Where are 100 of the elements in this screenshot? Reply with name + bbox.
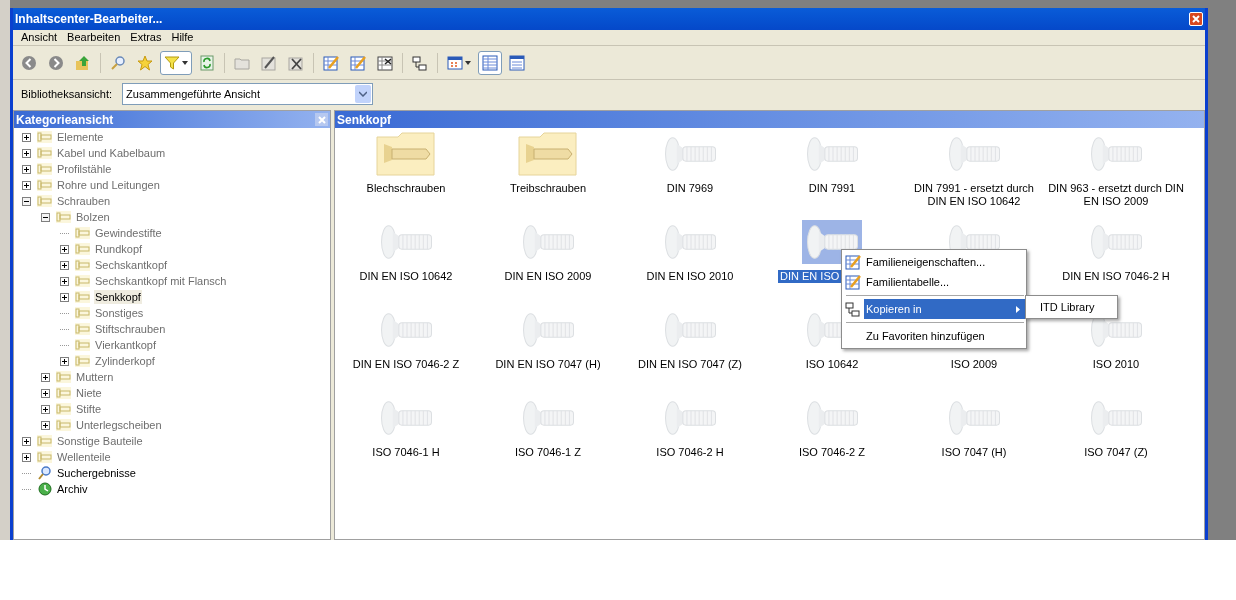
expand-toggle[interactable] [41, 420, 50, 430]
expand-toggle[interactable] [41, 372, 50, 382]
tree-item[interactable]: Rundkopf [94, 242, 144, 256]
expand-toggle[interactable] [22, 132, 31, 142]
table-edit-icon [350, 54, 366, 71]
screw-icon [74, 242, 91, 256]
menu-item[interactable]: Familientabelle... [864, 272, 1026, 292]
expand-toggle[interactable] [41, 404, 50, 414]
tree-item[interactable]: Profilstähle [56, 162, 113, 176]
tree-item[interactable]: Wellenteile [56, 450, 112, 464]
item-label[interactable]: DIN EN ISO 10642 [357, 270, 455, 283]
item-label[interactable]: DIN EN ISO 2009 [502, 270, 594, 283]
screw-icon [948, 137, 1000, 171]
screw-icon [74, 306, 91, 320]
tree-item[interactable]: Unterlegscheiben [75, 418, 163, 432]
expand-toggle[interactable] [60, 356, 69, 366]
search-icon [110, 54, 126, 71]
screw-icon [74, 338, 91, 352]
star-icon [137, 54, 153, 71]
expand-toggle[interactable] [22, 148, 31, 158]
screw-icon [664, 225, 716, 259]
tree-item[interactable]: Bolzen [75, 210, 111, 224]
tree-item[interactable]: Elemente [56, 130, 105, 144]
tree-item[interactable]: Sechskantkopf [94, 258, 169, 272]
item-label[interactable]: DIN EN ISO 7046-2 H [1060, 270, 1172, 283]
expand-toggle[interactable] [60, 276, 69, 286]
tree-item[interactable]: Gewindestifte [94, 226, 163, 240]
library-view-dropdown[interactable]: Zusammengeführte Ansicht [122, 83, 374, 105]
expand-toggle[interactable] [22, 164, 31, 174]
menu-item[interactable]: Hilfe [167, 29, 198, 46]
item-label[interactable]: ISO 7047 (Z) [1082, 446, 1150, 459]
menu-item[interactable]: Ansicht [17, 29, 62, 46]
tree-item[interactable]: Rohre und Leitungen [56, 178, 161, 192]
collapse-toggle[interactable] [41, 212, 50, 222]
item-label[interactable]: ISO 7046-1 H [370, 446, 442, 459]
item-label[interactable]: ISO 10642 [803, 358, 861, 371]
expand-toggle[interactable] [60, 244, 69, 254]
item-label[interactable]: ISO 7046-1 Z [512, 446, 583, 459]
menu-item[interactable]: Kopieren in [864, 299, 1026, 319]
tree-item[interactable]: Muttern [75, 370, 115, 384]
item-label[interactable]: Treibschrauben [508, 182, 588, 195]
table-edit-icon [845, 254, 861, 270]
tree-item[interactable]: Sonstige Bauteile [56, 434, 144, 448]
tree-item[interactable]: Sechskantkopf mit Flansch [94, 274, 228, 288]
screw-icon [1090, 225, 1142, 259]
edit-icon [261, 54, 277, 71]
item-label[interactable]: DIN 7991 - ersetzt durch DIN EN ISO 10642 [903, 182, 1045, 208]
item-label[interactable]: DIN EN ISO 7047 (H) [493, 358, 603, 371]
expand-toggle[interactable] [60, 292, 69, 302]
screw-icon [380, 401, 432, 435]
tree-item[interactable]: Schrauben [56, 194, 112, 208]
item-label[interactable]: DIN 963 - ersetzt durch DIN EN ISO 2009 [1045, 182, 1187, 208]
caret-icon [465, 60, 471, 65]
tree-item[interactable]: Stifte [75, 402, 103, 416]
expand-toggle[interactable] [22, 436, 31, 446]
item-label[interactable]: ISO 2010 [1090, 358, 1142, 371]
item-label[interactable]: DIN EN ISO 2010 [644, 270, 736, 283]
view-icon [447, 54, 463, 71]
screw-icon [36, 130, 53, 144]
close-button[interactable] [1189, 12, 1203, 26]
screw-icon [36, 450, 53, 464]
screw-icon [522, 401, 574, 435]
item-label[interactable]: Blechschrauben [364, 182, 448, 195]
item-label[interactable]: ISO 7047 (H) [939, 446, 1009, 459]
item-label[interactable]: DIN EN ISO 7046-2 Z [350, 358, 462, 371]
collapse-toggle[interactable] [22, 196, 31, 206]
magnifier-icon [36, 466, 53, 480]
tree-item[interactable]: Kabel und Kabelbaum [56, 146, 167, 160]
menu-item[interactable]: Zu Favoriten hinzufügen [864, 326, 1026, 346]
screw-icon [36, 162, 53, 176]
expand-toggle[interactable] [60, 260, 69, 270]
item-label[interactable]: DIN EN ISO 7047 (Z) [636, 358, 744, 371]
tree-item[interactable]: Sonstiges [94, 306, 145, 320]
tree-item[interactable]: Senkkopf [94, 290, 142, 304]
archive-icon [36, 482, 53, 496]
screw-icon [36, 178, 53, 192]
menu-item[interactable]: Familieneigenschaften... [864, 252, 1026, 272]
menu-item[interactable]: ITD Library [1026, 298, 1117, 316]
tree-item[interactable]: Archiv [56, 482, 89, 496]
tree-item[interactable]: Vierkantkopf [94, 338, 157, 352]
menu-item[interactable]: Extras [126, 29, 166, 46]
expand-toggle[interactable] [22, 452, 31, 462]
expand-toggle[interactable] [22, 180, 31, 190]
item-label[interactable]: ISO 2009 [948, 358, 1000, 371]
menu-item[interactable]: Bearbeiten [63, 29, 125, 46]
tree-item[interactable]: Niete [75, 386, 103, 400]
screw-icon [74, 258, 91, 272]
item-label[interactable]: DIN 7969 [664, 182, 716, 195]
hierarchy-icon [412, 54, 428, 71]
screw-icon [55, 386, 72, 400]
item-label[interactable]: ISO 7046-2 H [654, 446, 726, 459]
item-label[interactable]: DIN EN ISO [778, 270, 842, 283]
item-label[interactable]: ISO 7046-2 Z [796, 446, 867, 459]
screw-icon [74, 354, 91, 368]
tree-item[interactable]: Stiftschrauben [94, 322, 167, 336]
expand-toggle[interactable] [41, 388, 50, 398]
item-label[interactable]: DIN 7991 [806, 182, 858, 195]
tree-item[interactable]: Zylinderkopf [94, 354, 156, 368]
screw-icon [36, 146, 53, 160]
tree-item[interactable]: Suchergebnisse [56, 466, 137, 480]
